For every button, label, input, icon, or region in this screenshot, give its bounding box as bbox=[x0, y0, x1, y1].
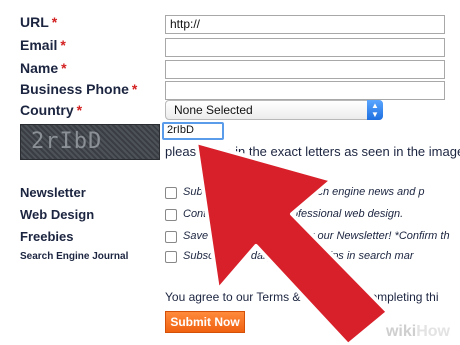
wikihow-watermark: wikiHow bbox=[385, 323, 450, 340]
red-arrow-icon bbox=[194, 140, 390, 345]
